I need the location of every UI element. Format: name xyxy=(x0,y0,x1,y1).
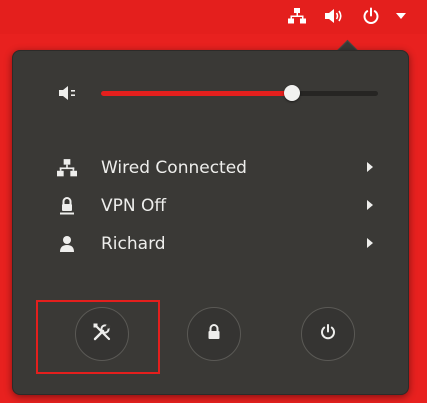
vpn-lock-icon xyxy=(57,196,77,216)
menu-item-user[interactable]: Richard xyxy=(13,226,408,262)
highlight-box xyxy=(36,300,160,374)
power-off-icon xyxy=(319,323,337,345)
user-icon xyxy=(57,234,77,254)
submenu-arrow-icon xyxy=(367,238,373,248)
lock-button[interactable] xyxy=(187,307,241,361)
power-off-button[interactable] xyxy=(301,307,355,361)
volume-slider[interactable] xyxy=(101,85,378,101)
volume-slider-knob[interactable] xyxy=(284,85,301,101)
menu-item-label: VPN Off xyxy=(101,196,167,216)
top-panel xyxy=(0,0,427,34)
dropdown-arrow-icon[interactable] xyxy=(390,5,412,27)
menu-item-wired[interactable]: Wired Connected xyxy=(13,150,408,186)
menu-item-label: Richard xyxy=(101,234,166,254)
volume-row xyxy=(13,76,408,110)
network-wired-icon xyxy=(57,158,77,178)
speaker-muted-icon[interactable] xyxy=(57,82,79,104)
network-wired-icon[interactable] xyxy=(286,5,308,27)
volume-slider-fill xyxy=(101,91,293,96)
speaker-volume-icon[interactable] xyxy=(323,5,345,27)
submenu-arrow-icon xyxy=(367,162,373,172)
menu-item-vpn[interactable]: VPN Off xyxy=(13,188,408,224)
power-icon[interactable] xyxy=(360,5,382,27)
lock-icon xyxy=(205,323,223,345)
menu-item-label: Wired Connected xyxy=(101,158,247,178)
submenu-arrow-icon xyxy=(367,200,373,210)
